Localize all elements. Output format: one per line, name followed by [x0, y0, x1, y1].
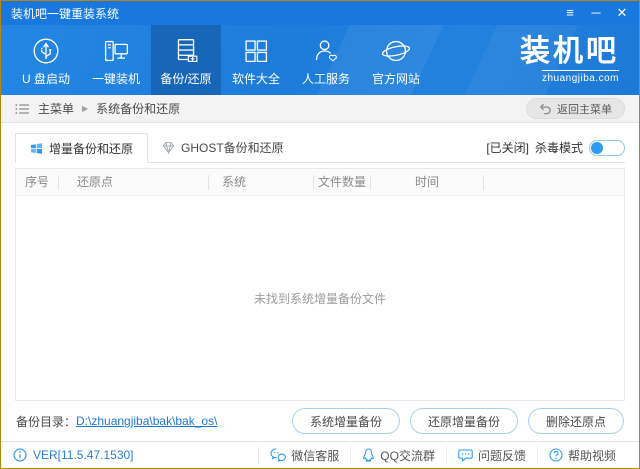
nav-label: U 盘启动	[22, 70, 70, 87]
minimize-icon[interactable]: ─	[583, 1, 609, 25]
tab-label: 增量备份和还原	[49, 140, 133, 157]
tab-ghost-backup[interactable]: GHOST备份和还原	[148, 132, 298, 162]
status-bar: VER[11.5.47.1530] 微信客服 QQ交流群	[1, 441, 639, 468]
status-link-label: QQ交流群	[380, 447, 435, 464]
tab-bar: 增量备份和还原 GHOST备份和还原 [已关闭] 杀毒模式	[15, 133, 625, 163]
wechat-icon	[270, 448, 286, 462]
column-header-system: 系统	[209, 175, 314, 190]
back-arrow-icon	[539, 103, 552, 115]
version-text: VER[11.5.47.1530]	[33, 448, 134, 462]
backup-restore-icon	[169, 34, 203, 68]
column-header-filler	[484, 175, 624, 190]
antivirus-status: [已关闭]	[486, 139, 529, 156]
globe-icon	[379, 34, 413, 68]
brand-name: 装机吧	[520, 37, 619, 67]
breadcrumb-current: 系统备份和还原	[96, 100, 180, 117]
ghost-gem-icon	[162, 141, 175, 154]
system-incremental-backup-button[interactable]: 系统增量备份	[292, 408, 400, 434]
nav-label: 一键装机	[92, 70, 140, 87]
nav-label: 软件大全	[232, 70, 280, 87]
menu-icon[interactable]: ≡	[557, 1, 583, 25]
return-main-menu-button[interactable]: 返回主菜单	[526, 98, 625, 119]
status-link-label: 问题反馈	[478, 447, 526, 464]
nav-item-backup-restore[interactable]: 备份/还原	[151, 25, 221, 95]
column-header-time: 时间	[371, 175, 484, 190]
table-header: 序号 还原点 系统 文件数量 时间	[16, 169, 624, 196]
breadcrumb-main-menu[interactable]: 主菜单	[38, 100, 74, 117]
backup-directory-label: 备份目录：	[16, 413, 76, 430]
breadcrumb-separator-icon: ▶	[82, 104, 88, 113]
table-body: 未找到系统增量备份文件	[16, 196, 624, 400]
wechat-support-link[interactable]: 微信客服	[258, 447, 350, 464]
feedback-link[interactable]: 问题反馈	[446, 447, 537, 464]
restore-incremental-backup-button[interactable]: 还原增量备份	[410, 408, 518, 434]
breadcrumb: 主菜单 ▶ 系统备份和还原 返回主菜单	[1, 95, 639, 123]
return-main-menu-label: 返回主菜单	[557, 101, 612, 117]
menu-list-icon	[15, 103, 30, 115]
nav-item-usb-boot[interactable]: U 盘启动	[11, 25, 81, 95]
brand-domain: zhuangjiba.com	[542, 70, 619, 84]
nav-item-website[interactable]: 官方网站	[361, 25, 431, 95]
help-video-link[interactable]: 帮助视频	[537, 447, 627, 464]
toggle-knob	[591, 142, 603, 154]
content-area: 增量备份和还原 GHOST备份和还原 [已关闭] 杀毒模式	[1, 123, 639, 441]
qq-icon	[362, 448, 375, 462]
nav-label: 人工服务	[302, 70, 350, 87]
empty-table-message: 未找到系统增量备份文件	[254, 290, 386, 307]
delete-restore-point-button[interactable]: 删除还原点	[528, 408, 624, 434]
main-nav: U 盘启动 一键装机	[1, 25, 639, 95]
qq-group-link[interactable]: QQ交流群	[350, 447, 446, 464]
tab-incremental-backup[interactable]: 增量备份和还原	[15, 133, 148, 163]
column-header-file-count: 文件数量	[314, 175, 371, 190]
brand-logo: 装机吧 zhuangjiba.com	[520, 25, 619, 95]
feedback-bubble-icon	[458, 449, 473, 462]
backup-actions-row: 备份目录： D:\zhuangjiba\bak\bak_os\ 系统增量备份 还…	[1, 401, 639, 441]
nav-item-support[interactable]: 人工服务	[291, 25, 361, 95]
column-header-index: 序号	[16, 175, 59, 190]
usb-icon	[29, 34, 63, 68]
app-window: 装机吧一键重装系统 ≡ ─ ✕ U 盘启动	[0, 0, 640, 469]
nav-item-one-key-install[interactable]: 一键装机	[81, 25, 151, 95]
computer-icon	[99, 34, 133, 68]
nav-spacer	[431, 25, 520, 95]
windows-icon	[30, 142, 43, 155]
nav-item-software[interactable]: 软件大全	[221, 25, 291, 95]
status-link-label: 帮助视频	[568, 447, 616, 464]
version-info: VER[11.5.47.1530]	[13, 448, 134, 462]
nav-label: 官方网站	[372, 70, 420, 87]
window-title: 装机吧一键重装系统	[1, 5, 119, 22]
titlebar: 装机吧一键重装系统 ≡ ─ ✕	[1, 1, 639, 25]
restore-points-table: 序号 还原点 系统 文件数量 时间 未找到系统增量备份文件	[15, 168, 625, 401]
info-icon	[13, 448, 27, 462]
nav-label: 备份/还原	[160, 70, 211, 87]
support-person-icon	[309, 34, 343, 68]
close-icon[interactable]: ✕	[609, 1, 635, 25]
tab-label: GHOST备份和还原	[181, 139, 284, 156]
antivirus-mode-control: [已关闭] 杀毒模式	[486, 139, 625, 162]
help-icon	[549, 448, 563, 462]
status-link-label: 微信客服	[291, 447, 339, 464]
backup-directory-link[interactable]: D:\zhuangjiba\bak\bak_os\	[76, 414, 217, 428]
column-header-restore-point: 还原点	[59, 175, 209, 190]
software-grid-icon	[239, 34, 273, 68]
antivirus-label: 杀毒模式	[535, 139, 583, 156]
antivirus-toggle[interactable]	[589, 140, 625, 156]
